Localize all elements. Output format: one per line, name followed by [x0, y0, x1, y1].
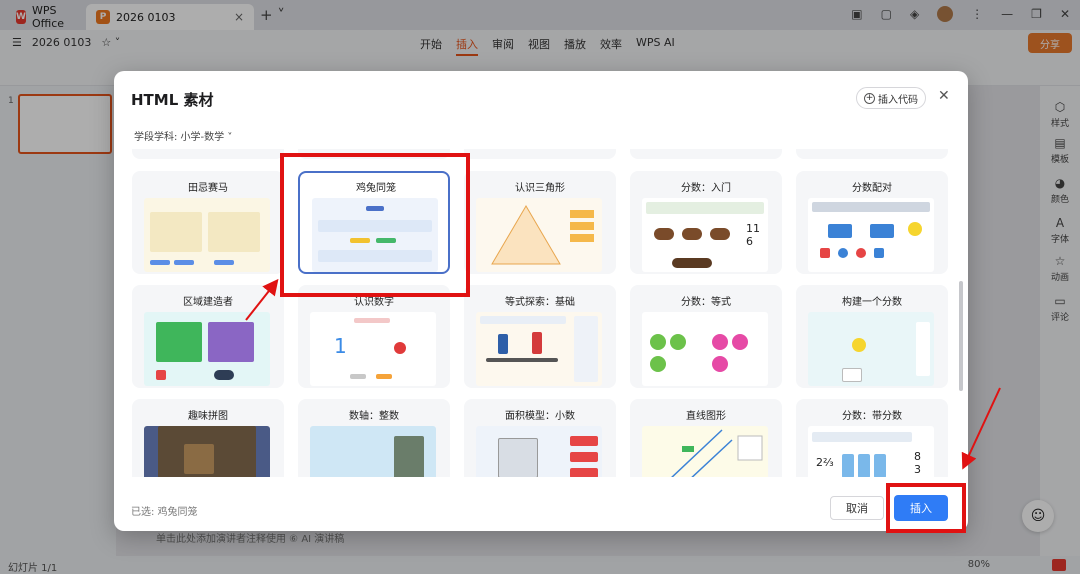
card-title: 分数配对: [852, 183, 892, 194]
close-icon[interactable]: ✕: [938, 88, 950, 104]
card-title: 趣味拼图: [188, 411, 228, 422]
material-card[interactable]: 趣味拼图: [132, 399, 284, 477]
card-partial[interactable]: [464, 149, 616, 159]
insert-code-label: 插入代码: [878, 94, 918, 106]
material-card[interactable]: 数轴：整数: [298, 399, 450, 477]
card-preview: [476, 312, 602, 386]
card-preview: [144, 198, 270, 272]
highlight-selected-card: [280, 153, 470, 297]
fraction-preview: 11 6: [746, 222, 760, 248]
material-card[interactable]: 田忌赛马: [132, 171, 284, 274]
digit-preview: 1: [334, 334, 347, 358]
lines-preview: [671, 429, 763, 477]
card-preview: [642, 312, 768, 386]
cancel-label: 取消: [846, 502, 868, 515]
material-card[interactable]: 等式探索：基础: [464, 285, 616, 388]
card-title: 田忌赛马: [188, 183, 228, 194]
card-title: 等式探索：基础: [505, 297, 575, 308]
material-card[interactable]: 分数：等式: [630, 285, 782, 388]
card-preview: [808, 198, 934, 272]
highlight-insert-button: [886, 483, 966, 533]
fraction-preview: 83: [914, 450, 921, 476]
plus-circle-icon: +: [864, 92, 875, 104]
card-preview: 1: [310, 312, 436, 386]
material-card[interactable]: 认识数字 1: [298, 285, 450, 388]
dialog-title: HTML 素材: [131, 91, 214, 109]
card-preview: [642, 426, 768, 477]
card-title: 数轴：整数: [349, 411, 399, 422]
cancel-button[interactable]: 取消: [830, 496, 884, 520]
card-title: 构建一个分数: [842, 297, 902, 308]
material-card[interactable]: 区域建造者: [132, 285, 284, 388]
material-card[interactable]: 直线图形: [630, 399, 782, 477]
card-preview: [144, 426, 270, 477]
subject-filter-label: 学段学科: 小学-数学: [134, 132, 225, 143]
card-preview: [808, 312, 934, 386]
card-partial[interactable]: [630, 149, 782, 159]
card-preview: [310, 426, 436, 477]
material-card[interactable]: 分数配对: [796, 171, 948, 274]
card-title: 分数：等式: [681, 297, 731, 308]
card-title: 认识三角形: [515, 183, 565, 194]
insert-code-button[interactable]: + 插入代码: [856, 87, 926, 109]
card-title: 分数：带分数: [842, 411, 902, 422]
card-title: 分数：入门: [681, 183, 731, 194]
card-title: 区域建造者: [183, 297, 233, 308]
material-card[interactable]: 面积模型：小数: [464, 399, 616, 477]
subject-filter-dropdown[interactable]: 学段学科: 小学-数学 ˅: [134, 128, 232, 143]
chevron-down-icon: ˅: [227, 132, 233, 143]
grid-scrollbar[interactable]: [959, 281, 963, 391]
mixed-number-preview: 2⅔: [816, 456, 834, 469]
card-preview: [476, 198, 602, 272]
selected-text: 已选: 鸡兔同笼: [131, 507, 198, 518]
material-card[interactable]: 认识三角形: [464, 171, 616, 274]
card-preview: [144, 312, 270, 386]
card-preview: [476, 426, 602, 477]
material-card[interactable]: 分数：带分数 2⅔ 83: [796, 399, 948, 477]
card-title: 面积模型：小数: [505, 411, 575, 422]
material-card[interactable]: 构建一个分数: [796, 285, 948, 388]
card-partial[interactable]: [796, 149, 948, 159]
material-card[interactable]: 分数：入门 11 6: [630, 171, 782, 274]
card-preview: 11 6: [642, 198, 768, 272]
card-title: 直线图形: [686, 411, 726, 422]
material-grid: 田忌赛马 鸡兔同笼 认识三角形 分数：入门 11 6 分数配对 区域建造者 认识…: [132, 149, 948, 477]
triangle-preview: [491, 205, 594, 265]
card-partial[interactable]: [132, 149, 284, 159]
html-material-dialog: HTML 素材 + 插入代码 ✕ 学段学科: 小学-数学 ˅ 田忌赛马 鸡兔同笼: [114, 71, 968, 531]
card-preview: 2⅔ 83: [808, 426, 934, 477]
